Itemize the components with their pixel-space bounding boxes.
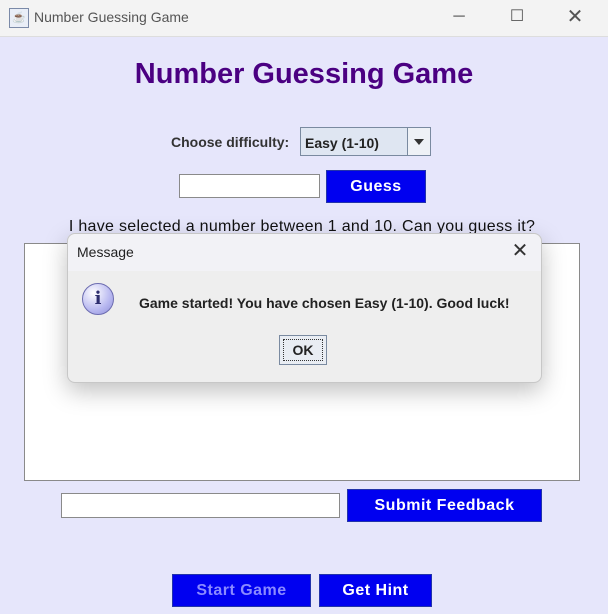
guess-input[interactable]: [179, 174, 320, 198]
java-icon: ☕: [9, 8, 29, 28]
window-titlebar: ☕ Number Guessing Game ─ ☐ ✕: [0, 0, 608, 37]
get-hint-button[interactable]: Get Hint: [319, 574, 432, 607]
ok-button[interactable]: OK: [279, 335, 327, 365]
app-window: ☕ Number Guessing Game ─ ☐ ✕ Number Gues…: [0, 0, 608, 614]
minimize-button[interactable]: ─: [430, 0, 488, 36]
dialog-titlebar: Message ✕: [68, 234, 541, 271]
info-icon: i: [82, 283, 114, 315]
difficulty-select[interactable]: Easy (1-10): [300, 127, 431, 156]
dialog-title: Message: [77, 244, 134, 260]
difficulty-label: Choose difficulty:: [171, 134, 290, 150]
feedback-input[interactable]: [61, 493, 340, 518]
submit-feedback-button[interactable]: Submit Feedback: [347, 489, 542, 522]
start-game-button[interactable]: Start Game: [172, 574, 311, 607]
close-button[interactable]: ✕: [546, 0, 604, 36]
maximize-button[interactable]: ☐: [488, 0, 546, 36]
dialog-message: Game started! You have chosen Easy (1-10…: [139, 295, 510, 311]
chevron-down-icon[interactable]: [407, 128, 430, 155]
dialog-close-button[interactable]: ✕: [508, 239, 532, 263]
difficulty-selected-value: Easy (1-10): [305, 135, 379, 151]
guess-button[interactable]: Guess: [326, 170, 426, 203]
window-title: Number Guessing Game: [34, 9, 189, 25]
game-title: Number Guessing Game: [134, 58, 474, 90]
message-dialog: Message ✕ i Game started! You have chose…: [67, 233, 542, 383]
